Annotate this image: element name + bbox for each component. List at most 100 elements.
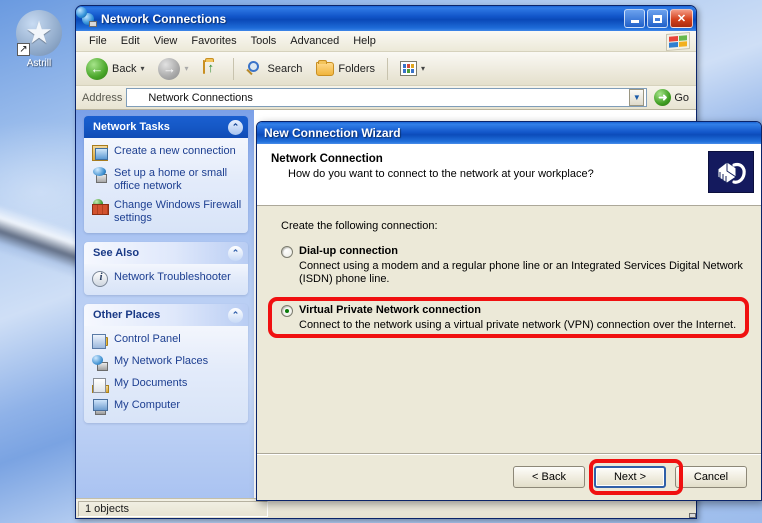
toolbar-separator-2 (387, 57, 389, 80)
option-dial-up[interactable]: Dial-up connection Connect using a modem… (281, 245, 745, 286)
wizard-subheading: How do you want to connect to the networ… (288, 168, 594, 180)
maximize-button[interactable] (647, 9, 668, 28)
info-icon (92, 271, 109, 287)
views-dropdown-caret-icon[interactable]: ▾ (421, 64, 425, 73)
astrill-shortcut-label: Astrill (26, 58, 52, 69)
control-panel-icon (92, 333, 108, 349)
address-bar: Address Network Connections ▼ ➜ Go (76, 7, 696, 518)
forward-button[interactable]: → ▾ (152, 54, 194, 84)
menu-file[interactable]: File (82, 33, 114, 49)
sidebar-item-label: My Network Places (114, 355, 209, 367)
network-plug-icon (708, 151, 754, 193)
sidebar-item-control-panel[interactable]: Control Panel (92, 333, 242, 349)
close-button[interactable]: ✕ (670, 9, 693, 28)
folders-button[interactable]: Folders (310, 58, 381, 80)
sidebar-item-label: Set up a home or small office network (114, 167, 228, 192)
radio-dial-up[interactable] (281, 246, 293, 258)
address-input[interactable]: Network Connections ▼ (76, 7, 696, 518)
wizard-titlebar[interactable]: New Connection Wizard (257, 122, 761, 144)
cancel-button[interactable]: Cancel (675, 466, 747, 488)
chevron-up-icon[interactable]: ⌃ (228, 119, 243, 135)
panel-body-other-places: Control Panel My Network Places My Docum… (84, 326, 248, 423)
address-folder-icon (76, 7, 696, 518)
menu-tools[interactable]: Tools (244, 33, 284, 49)
wizard-title: New Connection Wizard (264, 126, 401, 140)
address-value: Network Connections (148, 91, 253, 104)
chevron-up-icon[interactable]: ⌃ (228, 245, 243, 261)
menu-view[interactable]: View (147, 33, 185, 49)
firewall-icon (92, 199, 109, 215)
window-titlebar[interactable]: Network Connections ✕ (76, 6, 696, 31)
panel-title-see-also: See Also (93, 247, 140, 259)
panel-body-network-tasks: Create a new connection Set up a home or… (84, 138, 248, 233)
option-vpn-description: Connect to the network using a virtual p… (299, 319, 737, 331)
panel-title-other-places: Other Places (93, 309, 161, 321)
address-dropdown-caret-icon[interactable]: ▼ (629, 89, 645, 106)
wizard-heading: Network Connection (271, 153, 383, 165)
network-plug-glyph (717, 161, 746, 184)
chevron-up-icon[interactable]: ⌃ (228, 307, 243, 323)
back-dropdown-caret-icon[interactable]: ▾ (140, 64, 144, 73)
views-icon (400, 61, 418, 76)
back-label: Back (112, 62, 137, 75)
option-vpn[interactable]: Virtual Private Network connection Conne… (268, 297, 749, 338)
next-button[interactable]: Next > (594, 466, 666, 488)
views-button[interactable]: ▾ (394, 57, 431, 80)
go-arrow-icon: ➜ (654, 89, 672, 106)
go-button[interactable]: ➜ Go (651, 89, 692, 106)
panel-other-places: Other Places ⌃ Control Panel My Network … (84, 304, 248, 423)
sidebar-item-my-documents[interactable]: My Documents (92, 377, 242, 393)
menu-help[interactable]: Help (346, 33, 383, 49)
back-button[interactable]: ← Back ▾ (80, 54, 150, 84)
my-computer-icon (92, 399, 108, 415)
sidebar-item-label: My Computer (114, 399, 181, 411)
option-dial-up-label: Dial-up connection (299, 245, 398, 257)
astrill-shortcut[interactable]: ★ ↗ Astrill (8, 10, 70, 69)
task-sidebar: Network Tasks ⌃ Create a new connection … (76, 110, 254, 498)
sidebar-item-label: Control Panel (114, 333, 181, 345)
sidebar-item-my-network-places[interactable]: My Network Places (92, 355, 242, 371)
panel-header-network-tasks[interactable]: Network Tasks ⌃ (84, 116, 248, 138)
search-icon (245, 60, 264, 77)
panel-network-tasks: Network Tasks ⌃ Create a new connection … (84, 116, 248, 233)
wizard-intro-text: Create the following connection: (281, 220, 438, 232)
radio-vpn[interactable] (281, 305, 293, 317)
sidebar-item-create-new-connection[interactable]: Create a new connection (92, 145, 242, 161)
status-bar: 1 objects (76, 498, 696, 518)
sidebar-item-my-computer[interactable]: My Computer (92, 399, 242, 415)
status-object-count: 1 objects (78, 500, 268, 517)
panel-header-other-places[interactable]: Other Places ⌃ (84, 304, 248, 326)
up-folder-icon: ↑ (202, 60, 221, 76)
option-dial-up-description: Connect using a modem and a regular phon… (299, 260, 743, 285)
wizard-footer: < Back Next > Cancel (257, 454, 761, 500)
search-label: Search (267, 62, 303, 75)
new-connection-icon (92, 145, 108, 161)
menu-edit[interactable]: Edit (114, 33, 147, 49)
sidebar-item-label: Create a new connection (114, 145, 236, 157)
menu-advanced[interactable]: Advanced (283, 33, 346, 49)
back-button[interactable]: < Back (513, 466, 585, 488)
sidebar-item-change-firewall-settings[interactable]: Change Windows Firewall settings (92, 199, 242, 225)
address-label: Address (82, 91, 123, 104)
wizard-header: Network Connection How do you want to co… (257, 144, 761, 206)
forward-dropdown-caret-icon: ▾ (184, 64, 189, 73)
panel-see-also: See Also ⌃ Network Troubleshooter (84, 242, 248, 295)
toolbar-separator (232, 57, 234, 80)
folders-icon (316, 59, 335, 76)
minimize-button[interactable] (624, 9, 645, 28)
up-button[interactable]: ↑ (197, 57, 227, 80)
new-connection-wizard-dialog: New Connection Wizard Network Connection… (256, 121, 762, 501)
home-network-icon (92, 167, 108, 183)
sidebar-item-label: Change Windows Firewall settings (114, 199, 242, 224)
menubar: File Edit View Favorites Tools Advanced … (76, 31, 696, 52)
panel-title-network-tasks: Network Tasks (93, 121, 170, 133)
sidebar-item-setup-home-network[interactable]: Set up a home or small office network (92, 167, 242, 193)
search-button[interactable]: Search (240, 57, 309, 81)
window-controls: ✕ (624, 9, 693, 28)
sidebar-item-label: Network Troubleshooter (114, 271, 231, 283)
star-icon: ★ ↗ (16, 10, 62, 56)
menu-favorites[interactable]: Favorites (184, 33, 243, 49)
panel-header-see-also[interactable]: See Also ⌃ (84, 242, 248, 264)
my-network-places-icon (92, 355, 108, 371)
sidebar-item-network-troubleshooter[interactable]: Network Troubleshooter (92, 271, 242, 287)
